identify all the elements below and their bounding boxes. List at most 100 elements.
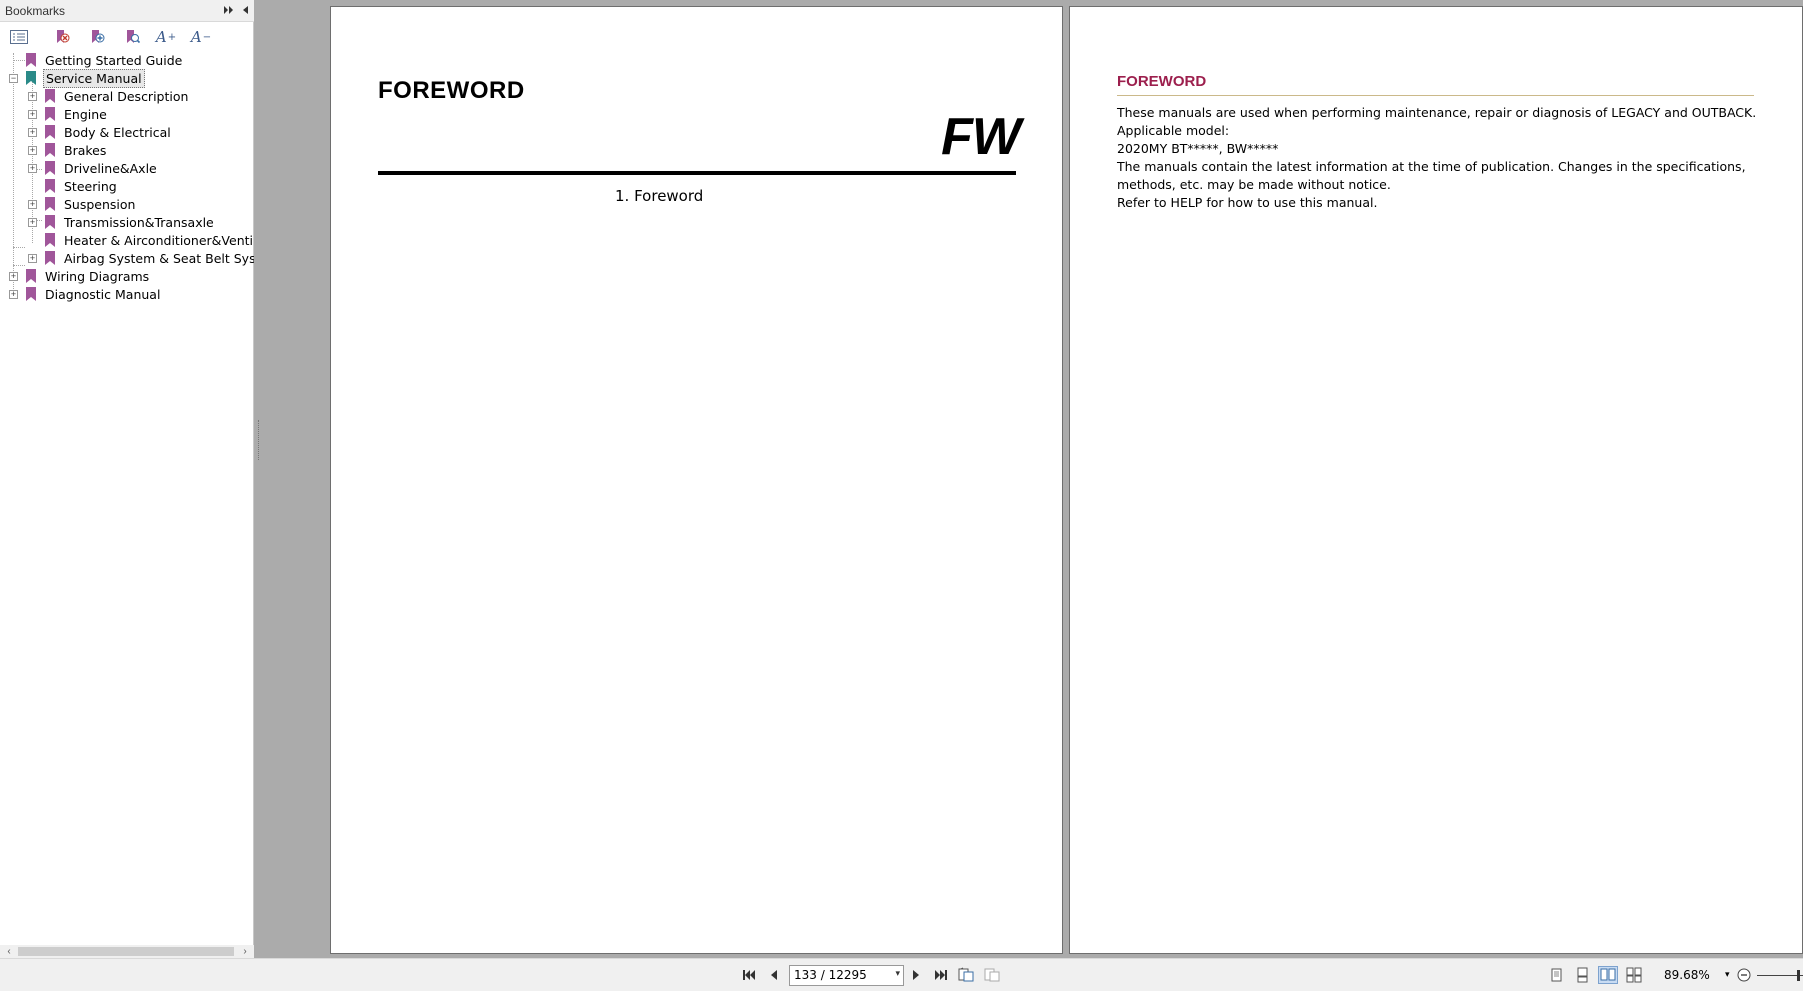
- body-line: Refer to HELP for how to use this manual…: [1117, 195, 1378, 210]
- bookmark-label: Brakes: [64, 142, 107, 158]
- expand-panel-icon[interactable]: [222, 3, 236, 17]
- bookmarks-panel-title: Bookmarks: [5, 4, 66, 18]
- bookmarks-panel: Bookmarks A + A − Getting Started Guide …: [0, 0, 254, 958]
- bookmark-label: Body & Electrical: [64, 124, 171, 140]
- zoom-dropdown-icon[interactable]: ▾: [1725, 969, 1730, 980]
- zoom-out-icon[interactable]: [1736, 967, 1752, 983]
- delete-bookmark-button[interactable]: [51, 27, 73, 47]
- add-bookmark-button[interactable]: [86, 27, 108, 47]
- page-number-field[interactable]: 133 / 12295 ▾: [789, 965, 904, 986]
- title-rule: [378, 171, 1016, 175]
- bookmark-driveline-axle[interactable]: + Driveline&Axle: [0, 159, 254, 177]
- body-line: methods, etc. may be made without notice…: [1117, 177, 1391, 192]
- increase-font-button[interactable]: A +: [155, 27, 177, 47]
- bookmark-label: Wiring Diagrams: [45, 268, 150, 284]
- facing-view-icon[interactable]: [1598, 966, 1618, 984]
- bookmark-icon: [45, 89, 55, 103]
- previous-view-icon[interactable]: [958, 967, 976, 983]
- scrollbar-thumb[interactable]: [18, 947, 234, 956]
- bookmark-general-description[interactable]: + General Description: [0, 87, 254, 105]
- document-page-left: FOREWORD FW 1. Foreword: [330, 6, 1063, 954]
- bookmark-icon: [45, 107, 55, 121]
- collapse-toggle-icon[interactable]: −: [9, 74, 18, 83]
- next-view-icon[interactable]: [984, 967, 1002, 983]
- bookmark-icon: [45, 125, 55, 139]
- bookmark-label: Getting Started Guide: [45, 52, 183, 68]
- expand-toggle-icon[interactable]: +: [28, 254, 37, 263]
- expand-toggle-icon[interactable]: +: [9, 290, 18, 299]
- zoom-level[interactable]: 89.68%: [1664, 968, 1710, 982]
- bookmark-icon: [45, 233, 55, 247]
- continuous-facing-view-icon[interactable]: [1624, 966, 1644, 984]
- bookmark-icon: [26, 269, 36, 283]
- expand-toggle-icon[interactable]: +: [28, 200, 37, 209]
- bookmark-label: Heater & Airconditioner&Ventilator: [64, 232, 254, 248]
- bookmark-service-manual[interactable]: − Service Manual: [0, 68, 254, 88]
- previous-page-icon[interactable]: [765, 967, 783, 983]
- expand-toggle-icon[interactable]: +: [28, 164, 37, 173]
- page-title: FOREWORD: [378, 77, 525, 104]
- bookmark-transmission-transaxle[interactable]: + Transmission&Transaxle: [0, 213, 254, 231]
- bookmark-airbag-seatbelt[interactable]: + Airbag System & Seat Belt System: [0, 249, 254, 267]
- bookmark-tree: Getting Started Guide − Service Manual +…: [0, 50, 254, 945]
- bookmarks-toolbar: A + A −: [0, 25, 254, 49]
- bookmark-label: Steering: [64, 178, 117, 194]
- expand-toggle-icon[interactable]: +: [9, 272, 18, 281]
- heading-rule: [1117, 95, 1754, 96]
- bookmark-label: Transmission&Transaxle: [64, 214, 214, 230]
- bookmark-heater-airconditioner[interactable]: Heater & Airconditioner&Ventilator: [0, 231, 254, 249]
- toc-link-foreword[interactable]: 1. Foreword: [615, 187, 703, 205]
- bookmark-label: Service Manual: [43, 68, 145, 88]
- bookmark-engine[interactable]: + Engine: [0, 105, 254, 123]
- panel-splitter[interactable]: [255, 0, 260, 958]
- foreword-body: These manuals are used when performing m…: [1117, 104, 1767, 212]
- expand-toggle-icon[interactable]: +: [28, 110, 37, 119]
- bookmark-steering[interactable]: Steering: [0, 177, 254, 195]
- section-heading: FOREWORD: [1117, 73, 1207, 90]
- bookmark-label: Diagnostic Manual: [45, 286, 161, 302]
- bookmark-icon: [45, 143, 55, 157]
- bookmark-icon: [45, 251, 55, 265]
- chevron-down-icon[interactable]: ▾: [895, 969, 900, 979]
- splitter-grip[interactable]: [258, 420, 260, 460]
- next-page-icon[interactable]: [907, 967, 925, 983]
- bookmarks-horizontal-scrollbar[interactable]: ‹ ›: [0, 945, 254, 958]
- body-line: 2020MY BT*****, BW*****: [1117, 141, 1279, 156]
- bookmark-label: Suspension: [64, 196, 136, 212]
- bookmark-icon: [26, 71, 36, 85]
- bookmark-suspension[interactable]: + Suspension: [0, 195, 254, 213]
- scroll-right-icon[interactable]: ›: [238, 945, 252, 958]
- last-page-icon[interactable]: [932, 967, 950, 983]
- bookmark-icon: [45, 179, 55, 193]
- bookmark-options-button[interactable]: [8, 27, 30, 47]
- section-code: FW: [941, 108, 1021, 166]
- body-line: The manuals contain the latest informati…: [1117, 159, 1746, 174]
- page-number-value: 133 / 12295: [794, 968, 867, 982]
- expand-toggle-icon[interactable]: +: [28, 128, 37, 137]
- collapse-panel-icon[interactable]: [238, 3, 252, 17]
- bookmark-diagnostic-manual[interactable]: + Diagnostic Manual: [0, 285, 254, 303]
- find-bookmark-button[interactable]: [121, 27, 143, 47]
- decrease-font-button[interactable]: A −: [190, 27, 212, 47]
- bookmark-label: Airbag System & Seat Belt System: [64, 250, 254, 266]
- single-page-view-icon[interactable]: [1546, 966, 1566, 984]
- bookmark-wiring-diagrams[interactable]: + Wiring Diagrams: [0, 267, 254, 285]
- scroll-left-icon[interactable]: ‹: [2, 945, 16, 958]
- expand-toggle-icon[interactable]: +: [28, 218, 37, 227]
- continuous-view-icon[interactable]: [1572, 966, 1592, 984]
- expand-toggle-icon[interactable]: +: [28, 146, 37, 155]
- bookmark-label: Engine: [64, 106, 107, 122]
- bookmark-brakes[interactable]: + Brakes: [0, 141, 254, 159]
- bookmarks-panel-header: Bookmarks: [0, 0, 254, 22]
- bookmark-label: Driveline&Axle: [64, 160, 157, 176]
- first-page-icon[interactable]: [740, 967, 758, 983]
- bookmark-icon: [45, 215, 55, 229]
- bookmark-getting-started[interactable]: Getting Started Guide: [0, 51, 254, 69]
- bookmark-body-electrical[interactable]: + Body & Electrical: [0, 123, 254, 141]
- zoom-slider-thumb[interactable]: [1797, 970, 1800, 981]
- expand-toggle-icon[interactable]: +: [28, 92, 37, 101]
- body-line: These manuals are used when performing m…: [1117, 105, 1757, 120]
- bookmark-label: General Description: [64, 88, 189, 104]
- bookmark-icon: [26, 287, 36, 301]
- bookmark-icon: [45, 161, 55, 175]
